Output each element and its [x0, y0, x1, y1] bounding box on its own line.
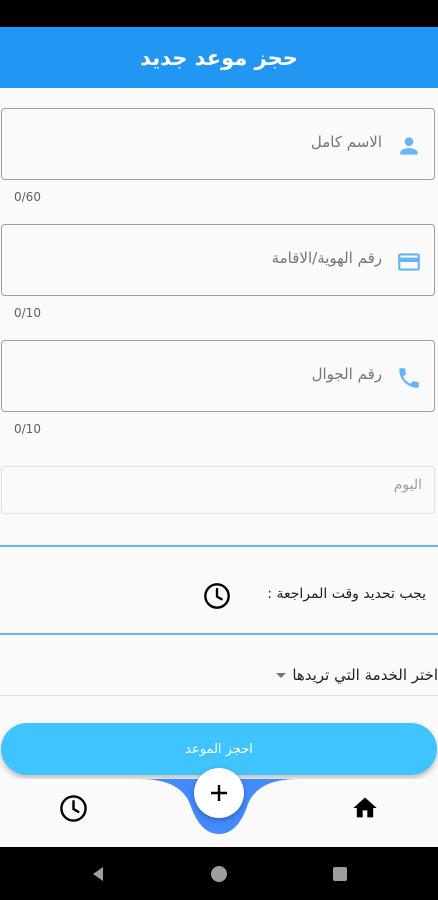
day-field[interactable]: اليوم	[1, 466, 435, 514]
add-button[interactable]	[194, 768, 244, 818]
system-navigation-bar	[0, 847, 438, 900]
mobile-counter: 0/10	[14, 422, 41, 436]
add-icon	[211, 785, 227, 801]
full-name-field[interactable]: الاسم كامل	[1, 108, 435, 180]
day-underline	[0, 545, 438, 547]
id-card-icon	[398, 253, 420, 271]
clock-icon[interactable]	[203, 582, 231, 610]
system-home-icon[interactable]	[211, 866, 227, 882]
full-name-placeholder: الاسم كامل	[310, 133, 382, 151]
id-number-field[interactable]: رقم الهوية/الاقامة	[1, 224, 435, 296]
id-number-counter: 0/10	[14, 306, 41, 320]
service-dropdown[interactable]: اختر الخدمة التي تريدها	[276, 666, 438, 684]
status-bar	[0, 0, 438, 27]
nav-history-icon[interactable]	[59, 794, 88, 823]
full-name-counter: 0/60	[14, 190, 41, 204]
mobile-field[interactable]: رقم الجوال	[1, 340, 435, 412]
mobile-placeholder: رقم الجوال	[311, 365, 382, 383]
back-icon[interactable]	[90, 866, 106, 882]
service-underline	[0, 695, 438, 696]
page-title: حجز موعد جديد	[140, 45, 298, 70]
phone-icon	[399, 368, 419, 388]
book-appointment-label: احجز الموعد	[185, 741, 253, 757]
id-number-placeholder: رقم الهوية/الاقامة	[271, 249, 382, 267]
time-notice: يجب تحديد وقت المراجعة :	[267, 586, 426, 602]
time-underline	[0, 633, 438, 635]
day-placeholder: اليوم	[393, 477, 422, 493]
home-icon[interactable]	[351, 794, 379, 822]
service-placeholder: اختر الخدمة التي تريدها	[292, 666, 438, 684]
app-bar: حجز موعد جديد	[0, 27, 438, 88]
recent-apps-icon[interactable]	[333, 867, 347, 881]
chevron-down-icon	[276, 672, 287, 678]
person-icon	[400, 137, 418, 155]
